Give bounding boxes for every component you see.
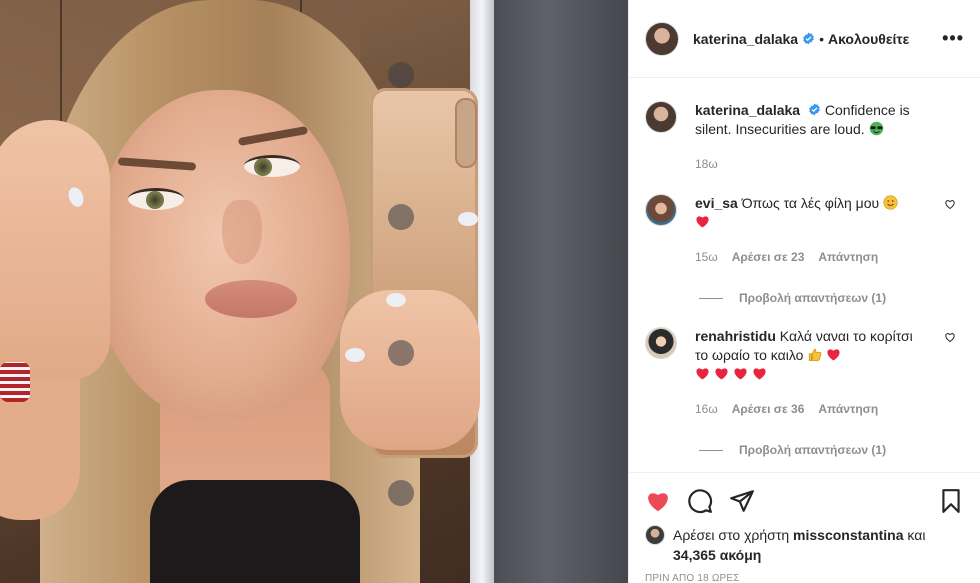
comment-age: 16ω xyxy=(695,402,718,416)
fingernail xyxy=(458,212,478,226)
following-button[interactable]: Ακολουθείτε xyxy=(828,31,909,47)
fingernail xyxy=(386,293,406,307)
comment: renahristidu Καλά ναναι το κορίτσι το ωρ… xyxy=(645,327,964,419)
black-top xyxy=(150,480,360,583)
view-replies-label: Προβολή απαντήσεων (1) xyxy=(739,443,887,457)
face xyxy=(95,90,350,420)
comment-text: Όπως τα λές φίλη μου xyxy=(741,195,880,211)
comment-body: evi_sa Όπως τα λές φίλη μου 15ω Αρέσει σ… xyxy=(695,194,925,267)
liker-avatar[interactable] xyxy=(645,525,665,545)
post-timestamp[interactable]: ΠΡΙΝ ΑΠΟ 18 ΩΡΕΣ xyxy=(645,573,964,583)
thumbs-up-emoji xyxy=(809,348,822,361)
left-iris xyxy=(146,191,164,209)
mirror-spot xyxy=(388,340,414,366)
author-avatar[interactable] xyxy=(645,101,677,133)
author-block: katerina_dalaka • Ακολουθείτε xyxy=(693,31,909,47)
bookmark-icon[interactable] xyxy=(938,488,964,514)
caption-age: 18ω xyxy=(695,157,718,171)
phone-camera xyxy=(455,98,477,168)
bracelet xyxy=(0,362,30,402)
commenter-avatar[interactable] xyxy=(645,327,677,359)
caption-body: katerina_dalaka Confidence is silent. In… xyxy=(695,101,925,174)
post-actions: Αρέσει στο χρήστη missconstantina και 34… xyxy=(629,472,980,583)
follow-separator: • xyxy=(819,30,824,47)
action-icons xyxy=(645,481,964,521)
comment-like-heart-icon[interactable] xyxy=(944,331,956,343)
red-heart-emoji xyxy=(715,368,728,380)
comment-likes-link[interactable]: Αρέσει σε 23 xyxy=(732,248,805,267)
mirror-spot xyxy=(388,480,414,506)
comment-age: 15ω xyxy=(695,250,718,264)
right-iris xyxy=(254,158,272,176)
commenter-username[interactable]: evi_sa xyxy=(695,195,738,211)
likes-text: Αρέσει στο χρήστη missconstantina και 34… xyxy=(673,525,925,565)
lips xyxy=(205,280,297,318)
likes-summary: Αρέσει στο χρήστη missconstantina και 34… xyxy=(645,525,964,565)
author-avatar[interactable] xyxy=(645,21,679,56)
mirror-spot xyxy=(388,62,414,88)
red-heart-emoji xyxy=(753,368,766,380)
view-replies-label: Προβολή απαντήσεων (1) xyxy=(739,291,887,305)
comment-icon[interactable] xyxy=(687,488,713,514)
post-header: katerina_dalaka • Ακολουθείτε ••• xyxy=(629,0,980,78)
reply-button[interactable]: Απάντηση xyxy=(818,248,878,267)
caption-meta: 18ω xyxy=(695,155,925,174)
commenter-avatar[interactable] xyxy=(645,194,677,226)
right-eye xyxy=(244,155,300,177)
author-username[interactable]: katerina_dalaka xyxy=(693,31,798,47)
liked-prefix: Αρέσει στο χρήστη xyxy=(673,527,790,543)
comment: evi_sa Όπως τα λές φίλη μου 15ω Αρέσει σ… xyxy=(645,194,964,267)
commenter-username[interactable]: renahristidu xyxy=(695,328,776,344)
view-replies-button[interactable]: Προβολή απαντήσεων (1) xyxy=(699,291,964,305)
comment-like-heart-icon[interactable] xyxy=(944,198,956,210)
comments-list[interactable]: katerina_dalaka Confidence is silent. In… xyxy=(629,79,980,471)
comment-body: renahristidu Καλά ναναι το κορίτσι το ωρ… xyxy=(695,327,925,419)
share-icon[interactable] xyxy=(729,488,755,514)
right-hand xyxy=(340,290,480,450)
heart-icon[interactable] xyxy=(645,488,671,514)
view-replies-button[interactable]: Προβολή απαντήσεων (1) xyxy=(699,443,964,457)
verified-badge-icon xyxy=(809,103,820,116)
replies-line xyxy=(699,297,723,299)
liked-user-link[interactable]: missconstantina xyxy=(793,527,903,543)
liked-count-link[interactable]: 34,365 ακόμη xyxy=(673,547,761,563)
comment-likes-link[interactable]: Αρέσει σε 36 xyxy=(732,400,805,419)
comment-meta: 16ω Αρέσει σε 36 Απάντηση xyxy=(695,400,925,419)
smile-emoji xyxy=(883,195,898,210)
post-side-panel: katerina_dalaka • Ακολουθείτε ••• kateri… xyxy=(628,0,980,583)
liked-mid: και xyxy=(907,527,926,543)
caption-username[interactable]: katerina_dalaka xyxy=(695,102,800,118)
nose xyxy=(222,200,262,264)
verified-badge-icon xyxy=(803,32,814,45)
caption: katerina_dalaka Confidence is silent. In… xyxy=(645,101,964,174)
reply-button[interactable]: Απάντηση xyxy=(818,400,878,419)
mirror-frame xyxy=(494,0,628,583)
left-hand xyxy=(0,120,110,380)
replies-line xyxy=(699,449,723,451)
sunglasses-emoji xyxy=(869,121,883,136)
red-heart-emoji xyxy=(827,349,840,361)
fingernail xyxy=(345,348,365,362)
post-photo[interactable] xyxy=(0,0,628,583)
red-heart-emoji xyxy=(696,216,709,228)
mirror-spot xyxy=(388,204,414,230)
red-heart-emoji xyxy=(734,368,747,380)
comment-meta: 15ω Αρέσει σε 23 Απάντηση xyxy=(695,248,925,267)
more-options-icon[interactable]: ••• xyxy=(942,28,964,49)
red-heart-emoji xyxy=(696,368,709,380)
